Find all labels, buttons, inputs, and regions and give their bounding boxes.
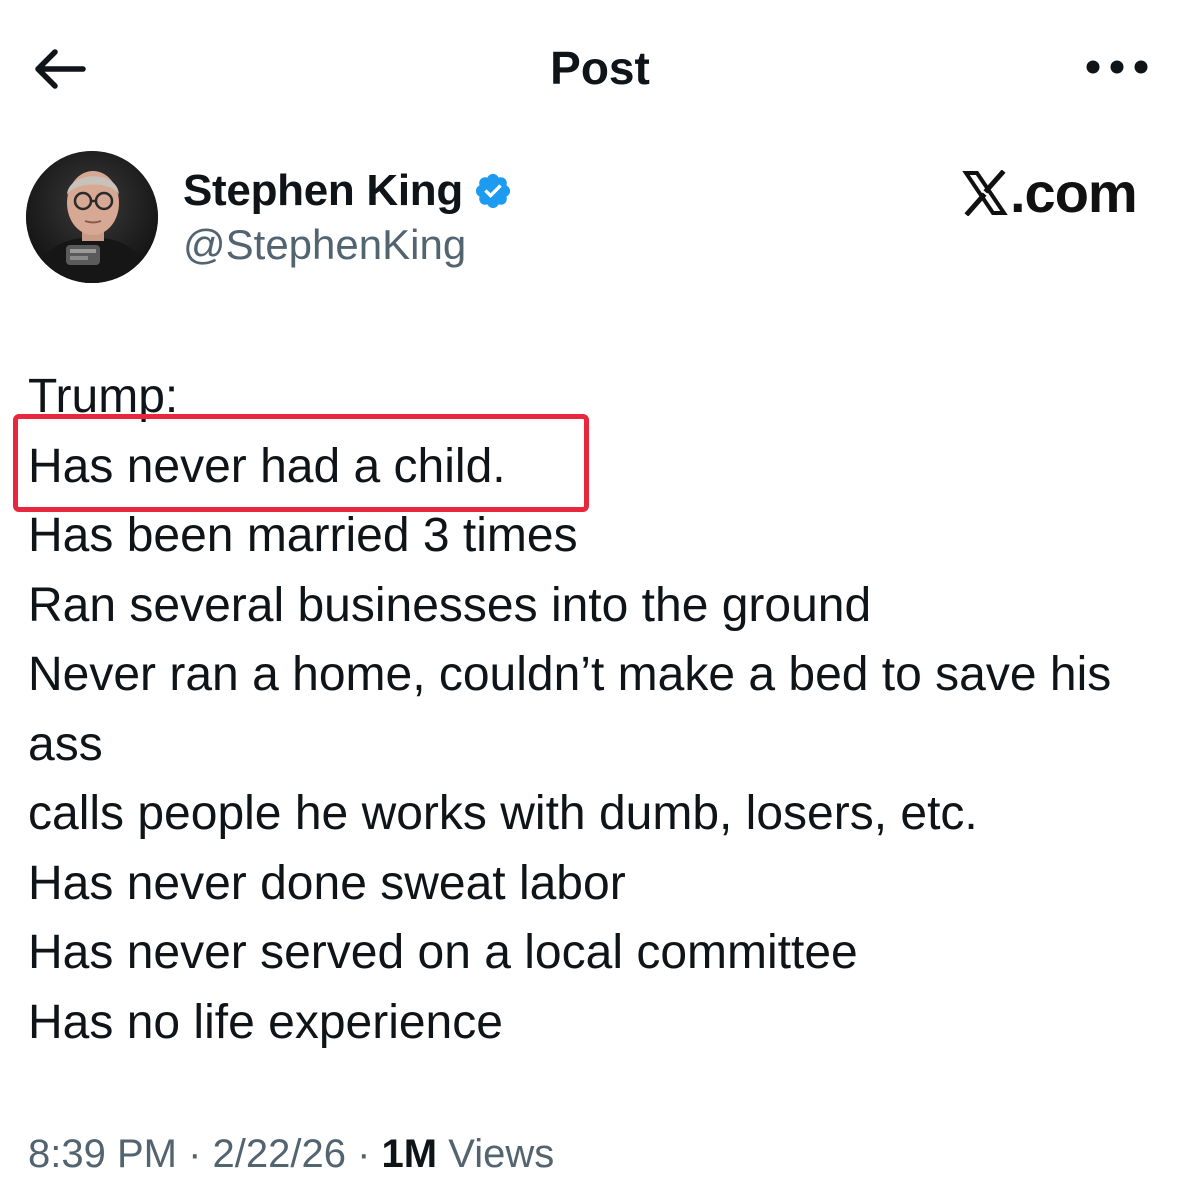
author-handle[interactable]: @StephenKing	[183, 219, 466, 271]
meta-separator: ·	[345, 1132, 382, 1176]
post-line: Ran several businesses into the ground	[28, 578, 872, 632]
post-meta: 8:39 PM · 2/22/26 · 1M Views	[28, 1126, 554, 1182]
author-name-row[interactable]: Stephen King	[183, 163, 513, 219]
more-options-button[interactable]	[1082, 42, 1152, 92]
post-line: ass	[28, 717, 103, 771]
avatar[interactable]	[26, 151, 158, 283]
page-title: Post	[550, 42, 650, 94]
post-line: Never ran a home, couldn’t make a bed to…	[28, 648, 1112, 701]
views-label: Views	[448, 1132, 555, 1176]
top-bar: Post	[0, 0, 1200, 135]
post-line: Has no life experience	[28, 995, 503, 1049]
post-line: Has never done sweat labor	[28, 856, 626, 910]
x-logo-icon	[962, 170, 1008, 216]
avatar-photo	[26, 151, 158, 283]
post-date[interactable]: 2/22/26	[213, 1132, 346, 1176]
red-highlight-box	[13, 414, 589, 512]
more-dots-icon	[1086, 60, 1148, 74]
author-name[interactable]: Stephen King	[183, 163, 463, 219]
watermark-text: .com	[1010, 161, 1138, 224]
post-line: Has never served on a local committee	[28, 926, 858, 979]
post-line: calls people he works with dumb, losers,…	[28, 787, 978, 840]
verified-badge-icon	[473, 171, 513, 211]
meta-separator: ·	[176, 1132, 213, 1176]
post-time[interactable]: 8:39 PM	[28, 1132, 177, 1176]
watermark: .com	[962, 158, 1138, 228]
views-count: 1M	[381, 1132, 438, 1176]
